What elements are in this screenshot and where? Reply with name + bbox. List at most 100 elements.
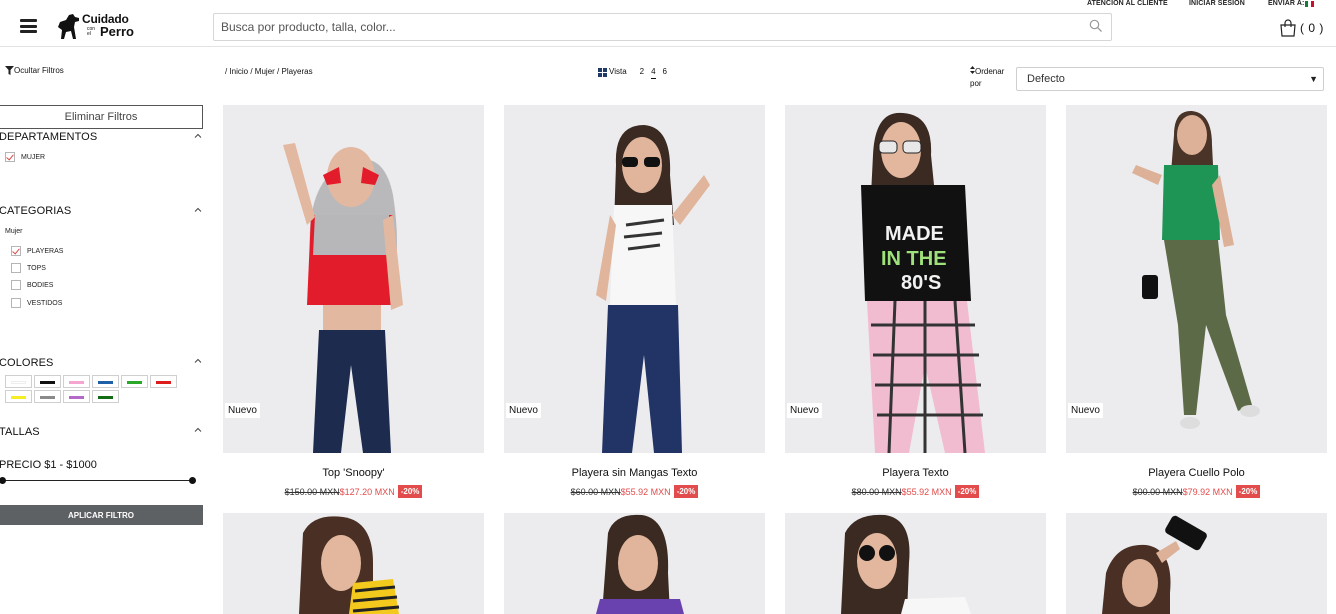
grid-icon bbox=[598, 68, 607, 77]
breadcrumb-playeras[interactable]: / Playeras bbox=[277, 67, 313, 76]
product-image[interactable] bbox=[504, 105, 765, 453]
login-link[interactable]: INICIAR SESION bbox=[1189, 0, 1245, 7]
color-swatch[interactable] bbox=[121, 375, 148, 388]
dropdown-arrow-icon: ▼ bbox=[1309, 74, 1318, 84]
checkbox-label: BODIES bbox=[27, 281, 54, 289]
original-price: $80.00 MXN bbox=[851, 486, 902, 497]
chevron-up-icon[interactable] bbox=[194, 206, 202, 214]
color-chip bbox=[69, 381, 84, 384]
breadcrumb: / Inicio / Mujer / Playeras bbox=[225, 67, 313, 76]
color-chip bbox=[98, 381, 113, 384]
price-slider-max-handle[interactable] bbox=[189, 477, 196, 484]
color-swatch[interactable] bbox=[92, 390, 119, 403]
color-chip bbox=[40, 396, 55, 399]
cart-button[interactable]: ( 0 ) bbox=[1279, 18, 1324, 38]
filter-checkbox-vestidos[interactable]: VESTIDOS bbox=[11, 298, 62, 308]
categories-title[interactable]: CATEGORIAS bbox=[0, 205, 71, 217]
logo-text: Perro bbox=[100, 24, 134, 39]
checkbox[interactable] bbox=[11, 246, 21, 256]
product-image[interactable]: MADE IN THE 80'S bbox=[785, 105, 1046, 453]
search-bar bbox=[213, 13, 1112, 41]
color-chip bbox=[11, 396, 26, 399]
price-slider-track[interactable] bbox=[2, 480, 193, 481]
header: Cuidado con el Perro ATENCION AL CLIENTE… bbox=[0, 0, 1336, 47]
product-image[interactable] bbox=[223, 105, 484, 453]
color-swatch[interactable] bbox=[5, 390, 32, 403]
sort-label-text: Ordenar por bbox=[970, 67, 1005, 88]
view-option-2[interactable]: 2 bbox=[640, 67, 644, 76]
checkbox-label: MUJER bbox=[21, 153, 46, 161]
color-swatch[interactable] bbox=[63, 390, 90, 403]
filter-icon bbox=[5, 66, 14, 75]
sizes-title[interactable]: TALLAS bbox=[0, 426, 40, 438]
filter-checkbox-bodies[interactable]: BODIES bbox=[11, 280, 53, 290]
sort-label: Ordenar por bbox=[970, 66, 1012, 90]
sort-select-value: Defecto bbox=[1027, 73, 1065, 85]
checkbox[interactable] bbox=[5, 152, 15, 162]
departments-title[interactable]: DEPARTAMENTOS bbox=[0, 131, 97, 143]
view-option-6[interactable]: 6 bbox=[663, 67, 667, 76]
color-swatch[interactable] bbox=[34, 375, 61, 388]
new-badge: Nuevo bbox=[506, 403, 541, 418]
color-chip bbox=[69, 396, 84, 399]
svg-text:IN THE: IN THE bbox=[881, 248, 947, 270]
product-image[interactable] bbox=[785, 513, 1046, 614]
product-image[interactable] bbox=[1066, 105, 1327, 453]
search-input[interactable] bbox=[214, 14, 1074, 40]
checkbox-label: TOPS bbox=[27, 264, 46, 272]
product-name[interactable]: Playera sin Mangas Texto bbox=[504, 467, 765, 479]
sort-select[interactable]: Defecto ▼ bbox=[1016, 67, 1324, 91]
filter-checkbox-tops[interactable]: TOPS bbox=[11, 263, 46, 273]
original-price: $60.00 MXN bbox=[570, 486, 621, 497]
apply-filter-button[interactable]: APLICAR FILTRO bbox=[0, 505, 203, 525]
price-slider-min-handle[interactable] bbox=[0, 477, 6, 484]
product-image[interactable] bbox=[504, 513, 765, 614]
filter-checkbox-mujer[interactable]: MUJER bbox=[5, 152, 45, 162]
product-name[interactable]: Top 'Snoopy' bbox=[223, 467, 484, 479]
checkbox-label: PLAYERAS bbox=[27, 247, 64, 255]
colors-title[interactable]: COLORES bbox=[0, 357, 54, 369]
original-price: $00.00 MXN bbox=[1132, 486, 1183, 497]
product-price: $60.00 MXN $55.92 MXN -20% bbox=[504, 485, 765, 498]
sale-price: $79.92 MXN bbox=[1182, 486, 1233, 497]
product-image[interactable] bbox=[1066, 513, 1327, 614]
menu-icon[interactable] bbox=[20, 19, 37, 33]
checkbox[interactable] bbox=[11, 280, 21, 290]
svg-text:80'S: 80'S bbox=[901, 272, 941, 294]
checkbox[interactable] bbox=[11, 263, 21, 273]
clear-filters-button[interactable]: Eliminar Filtros bbox=[0, 105, 203, 129]
new-badge: Nuevo bbox=[225, 403, 260, 418]
breadcrumb-mujer[interactable]: / Mujer bbox=[250, 67, 274, 76]
search-icon[interactable] bbox=[1089, 19, 1103, 33]
categories-subtitle: Mujer bbox=[5, 228, 23, 235]
cart-count: ( 0 ) bbox=[1300, 21, 1324, 35]
color-chip bbox=[98, 396, 113, 399]
product-image[interactable] bbox=[223, 513, 484, 614]
filter-checkbox-playeras[interactable]: PLAYERAS bbox=[11, 246, 63, 256]
color-swatch[interactable] bbox=[92, 375, 119, 388]
chevron-up-icon[interactable] bbox=[194, 132, 202, 140]
customer-service-link[interactable]: ATENCION AL CLIENTE bbox=[1087, 0, 1168, 7]
discount-badge: -20% bbox=[954, 485, 980, 498]
color-chip bbox=[11, 381, 26, 384]
mexico-flag-icon[interactable] bbox=[1305, 1, 1314, 7]
hide-filters-button[interactable]: Ocultar Filtros bbox=[5, 66, 64, 75]
breadcrumb-home[interactable]: / Inicio bbox=[225, 67, 248, 76]
color-swatch[interactable] bbox=[5, 375, 32, 388]
logo[interactable]: Cuidado con el Perro bbox=[56, 11, 136, 43]
product-name[interactable]: Playera Cuello Polo bbox=[1066, 467, 1327, 479]
checkbox[interactable] bbox=[11, 298, 21, 308]
color-chip bbox=[127, 381, 142, 384]
chevron-up-icon[interactable] bbox=[194, 426, 202, 434]
original-price: $150.00 MXN bbox=[284, 486, 340, 497]
product-name[interactable]: Playera Texto bbox=[785, 467, 1046, 479]
view-option-4[interactable]: 4 bbox=[651, 67, 656, 79]
discount-badge: -20% bbox=[673, 485, 699, 498]
color-swatch[interactable] bbox=[34, 390, 61, 403]
color-chip bbox=[40, 381, 55, 384]
logo-text-small: con el bbox=[87, 26, 96, 37]
ship-to-link[interactable]: ENVIAR A: bbox=[1268, 0, 1304, 7]
color-swatch[interactable] bbox=[63, 375, 90, 388]
chevron-up-icon[interactable] bbox=[194, 357, 202, 365]
color-swatch[interactable] bbox=[150, 375, 177, 388]
